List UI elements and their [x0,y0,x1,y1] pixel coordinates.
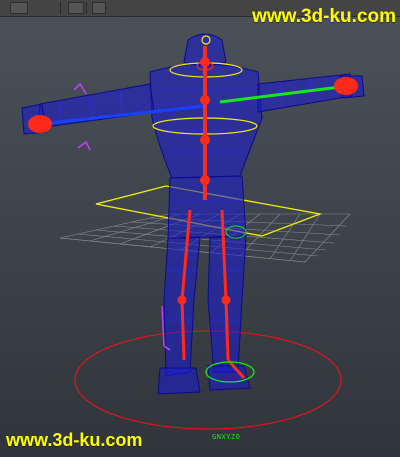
hand-ik-control-left[interactable] [28,115,52,133]
hand-ik-control-right[interactable] [334,77,358,95]
root-control-circle[interactable] [74,330,342,430]
watermark-bottom: www.3d-ku.com [6,430,143,450]
watermark-top: www.3d-ku.com [252,6,396,27]
scene-canvas[interactable] [0,0,400,457]
axis-label: GNXYZO [212,433,241,441]
maya-viewport[interactable]: www.3d-ku.com GNXYZO www.3d-ku.com [0,0,400,457]
